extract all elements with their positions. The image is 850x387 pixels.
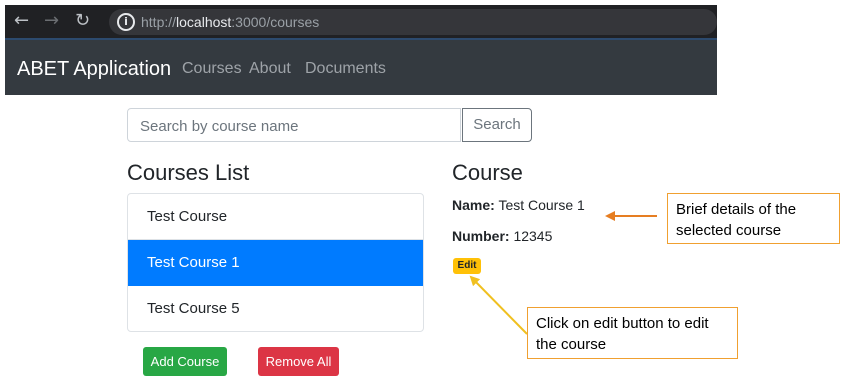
details-callout: Brief details of the selected course [667,193,840,244]
edit-arrow [469,275,528,335]
edit-callout: Click on edit button to edit the course [527,307,738,359]
